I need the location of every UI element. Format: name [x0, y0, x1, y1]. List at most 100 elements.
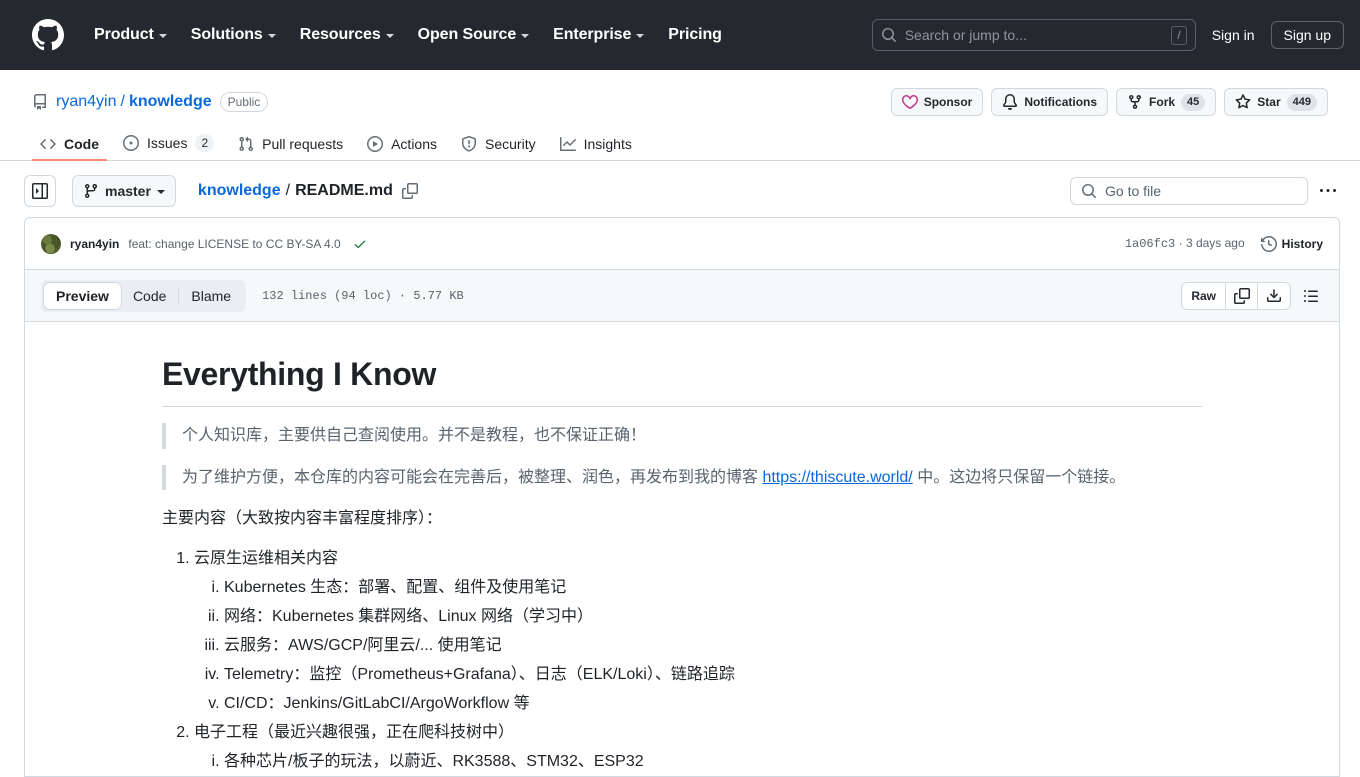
nav-item-product[interactable]: Product: [82, 18, 179, 52]
chevron-down-icon: [156, 190, 165, 194]
chevron-down-icon: [267, 34, 276, 38]
tab-issues[interactable]: Issues 2: [115, 127, 222, 161]
issue-opened-icon: [123, 135, 139, 151]
nav-item-label: Product: [94, 26, 154, 43]
sign-up-button[interactable]: Sign up: [1270, 21, 1344, 49]
section-title: 电子工程（最近兴趣很强，正在爬科技树中）: [194, 723, 515, 741]
copy-path-icon[interactable]: [401, 183, 418, 199]
star-button[interactable]: Star 449: [1224, 88, 1328, 116]
tab-pull-requests[interactable]: Pull requests: [230, 129, 351, 161]
check-icon[interactable]: [353, 237, 367, 251]
github-mark-icon[interactable]: [32, 19, 64, 51]
commit-message[interactable]: feat: change LICENSE to CC BY-SA 4.0: [128, 237, 340, 251]
commit-author-link[interactable]: ryan4yin: [70, 237, 119, 251]
notifications-label: Notifications: [1024, 95, 1098, 109]
repository-action-buttons: Sponsor Notifications Fork 45 Star 449: [890, 88, 1328, 116]
breadcrumb: knowledge / README.md: [198, 182, 418, 200]
nav-item-label: Pricing: [668, 26, 722, 43]
tab-insights[interactable]: Insights: [552, 129, 640, 161]
tab-label: Security: [485, 136, 536, 152]
nav-item-solutions[interactable]: Solutions: [179, 18, 288, 52]
tab-issues-count: 2: [195, 134, 215, 152]
breadcrumb-separator: /: [285, 182, 291, 199]
commit-sha-and-time: 1a06fc3 · 3 days ago: [1125, 236, 1245, 251]
search-icon: [881, 28, 896, 43]
header-right-group: Search or jump to... / Sign in Sign up: [871, 19, 1344, 51]
list-unordered-icon[interactable]: [1299, 284, 1323, 308]
git-branch-icon: [84, 184, 97, 199]
heart-icon: [901, 95, 918, 110]
star-icon: [1235, 94, 1251, 109]
fork-icon: [1129, 95, 1142, 110]
file-meta-info: 132 lines (94 loc) · 5.77 KB: [262, 288, 464, 303]
file-action-group: Raw: [1181, 281, 1291, 310]
list-item: Kubernetes 生态：部署、配置、组件及使用笔记: [224, 574, 1202, 602]
git-pull-request-icon: [239, 136, 254, 152]
global-header: Product Solutions Resources Open Source …: [0, 0, 1360, 70]
view-code-tab[interactable]: Code: [121, 283, 178, 309]
sign-in-button[interactable]: Sign in: [1196, 21, 1271, 49]
branch-name: master: [105, 183, 151, 199]
kebab-horizontal-icon[interactable]: [1316, 181, 1340, 201]
readme-subsection-list: 各种芯片/板子的玩法，以蔚近、RK3588、STM32、ESP32: [194, 748, 1202, 776]
repo-book-icon: [34, 94, 46, 110]
tab-code[interactable]: Code: [32, 129, 107, 161]
tab-actions[interactable]: Actions: [359, 129, 445, 161]
file-nav-right-group: Go to file: [1070, 177, 1340, 205]
list-item: 云服务：AWS/GCP/阿里云/... 使用笔记: [224, 632, 1202, 660]
readme-quote-1-text: 个人知识库，主要供自己查阅使用。并不是教程，也不保证正确！: [182, 427, 647, 444]
sidebar-expand-icon[interactable]: [24, 175, 56, 207]
search-shortcut-key: /: [1171, 25, 1187, 45]
go-to-file-input[interactable]: Go to file: [1070, 177, 1308, 205]
tab-label: Code: [64, 136, 99, 152]
commit-meta-group: 1a06fc3 · 3 days ago History: [1125, 235, 1323, 252]
file-navigation-bar: master knowledge / README.md Go to file: [0, 161, 1360, 217]
nav-item-enterprise[interactable]: Enterprise: [541, 18, 656, 52]
view-preview-tab[interactable]: Preview: [44, 282, 121, 309]
breadcrumb-root-link[interactable]: knowledge: [198, 182, 281, 200]
commit-sha[interactable]: 1a06fc3: [1125, 237, 1175, 251]
shield-icon: [462, 136, 477, 152]
list-item: CI/CD：Jenkins/GitLabCI/ArgoWorkflow 等: [224, 690, 1202, 718]
repo-path-separator: /: [120, 93, 125, 110]
sponsor-label: Sponsor: [923, 95, 973, 109]
repo-name-link[interactable]: knowledge: [129, 93, 212, 111]
tab-security[interactable]: Security: [453, 129, 544, 161]
download-icon[interactable]: [1258, 283, 1290, 309]
sponsor-button[interactable]: Sponsor: [890, 88, 984, 116]
view-blame-tab[interactable]: Blame: [179, 283, 243, 309]
file-view-switcher: Preview Code Blame: [41, 279, 247, 312]
list-item: 电子工程（最近兴趣很强，正在爬科技树中） 各种芯片/板子的玩法，以蔚近、RK35…: [194, 719, 1202, 776]
branch-selector[interactable]: master: [72, 175, 176, 207]
avatar[interactable]: [41, 233, 61, 254]
fork-label: Fork: [1149, 95, 1176, 109]
search-input[interactable]: Search or jump to... /: [871, 19, 1196, 51]
readme-section-list: 云原生运维相关内容 Kubernetes 生态：部署、配置、组件及使用笔记 网络…: [162, 545, 1202, 776]
raw-button[interactable]: Raw: [1182, 282, 1226, 309]
fork-count: 45: [1181, 93, 1206, 111]
nav-item-label: Solutions: [190, 26, 263, 43]
latest-commit-row: ryan4yin feat: change LICENSE to CC BY-S…: [24, 217, 1340, 269]
list-item: 各种芯片/板子的玩法，以蔚近、RK3588、STM32、ESP32: [224, 748, 1202, 776]
file-toolbar: Preview Code Blame 132 lines (94 loc) · …: [25, 270, 1339, 322]
file-toolbar-actions: Raw: [1181, 281, 1323, 310]
nav-item-resources[interactable]: Resources: [288, 18, 406, 52]
nav-item-pricing[interactable]: Pricing: [656, 18, 734, 52]
bell-icon: [1003, 94, 1018, 110]
star-count: 449: [1286, 93, 1317, 111]
go-to-file-placeholder: Go to file: [1105, 183, 1162, 199]
nav-item-open-source[interactable]: Open Source: [406, 18, 541, 52]
tab-label: Insights: [583, 136, 632, 152]
repo-owner-link[interactable]: ryan4yin: [56, 93, 116, 111]
blog-link[interactable]: https://thiscute.world/: [762, 469, 912, 486]
fork-button[interactable]: Fork 45: [1116, 88, 1217, 116]
repository-header: ryan4yin / knowledge Public Sponsor Noti…: [0, 70, 1360, 118]
tab-label: Issues: [147, 135, 188, 151]
history-button[interactable]: History: [1260, 235, 1323, 252]
repository-title-row: ryan4yin / knowledge Public Sponsor Noti…: [32, 86, 1328, 118]
notifications-button[interactable]: Notifications: [991, 88, 1109, 116]
tab-label: Actions: [391, 136, 438, 152]
global-nav: Product Solutions Resources Open Source …: [82, 18, 734, 52]
list-item: 云原生运维相关内容 Kubernetes 生态：部署、配置、组件及使用笔记 网络…: [194, 545, 1202, 718]
copy-icon[interactable]: [1226, 282, 1258, 309]
